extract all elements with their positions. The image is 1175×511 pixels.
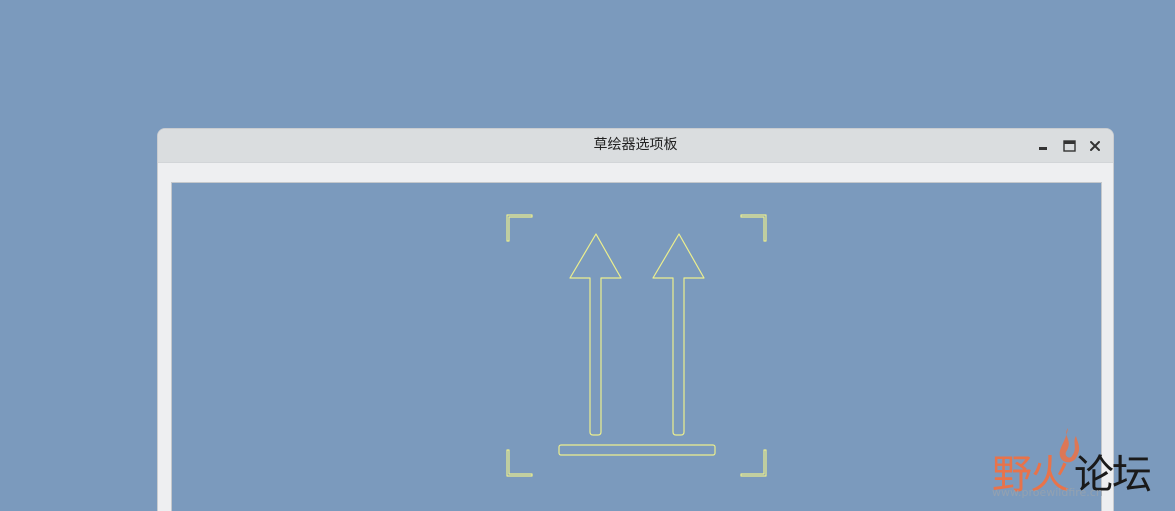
minimize-icon [1039,146,1047,150]
sketcher-palette-window: 草绘器选项板 [157,128,1114,511]
base-bar-outline [558,444,716,456]
maximize-button[interactable] [1061,138,1077,154]
corner-bracket-bottom-right [740,449,767,477]
palette-canvas[interactable] [171,182,1102,511]
forum-watermark: 野火 论坛 www.proewildfire.cn [988,428,1168,504]
corner-bracket-top-left [506,214,533,242]
titlebar[interactable]: 草绘器选项板 [158,129,1113,163]
window-title: 草绘器选项板 [593,137,678,153]
corner-bracket-bottom-left [506,449,533,477]
maximize-icon [1062,139,1076,152]
this-way-up-symbol[interactable] [172,183,1103,511]
left-arrow-outline [569,233,622,436]
window-controls [1035,129,1103,162]
close-icon [1090,140,1100,151]
right-arrow-outline [652,233,705,436]
close-button[interactable] [1087,138,1103,154]
desktop: 草绘器选项板 野火 论坛 www.proewildfire.cn [0,0,1175,511]
watermark-url: www.proewildfire.cn [992,486,1103,499]
minimize-button[interactable] [1035,138,1051,154]
corner-bracket-top-right [740,214,767,242]
